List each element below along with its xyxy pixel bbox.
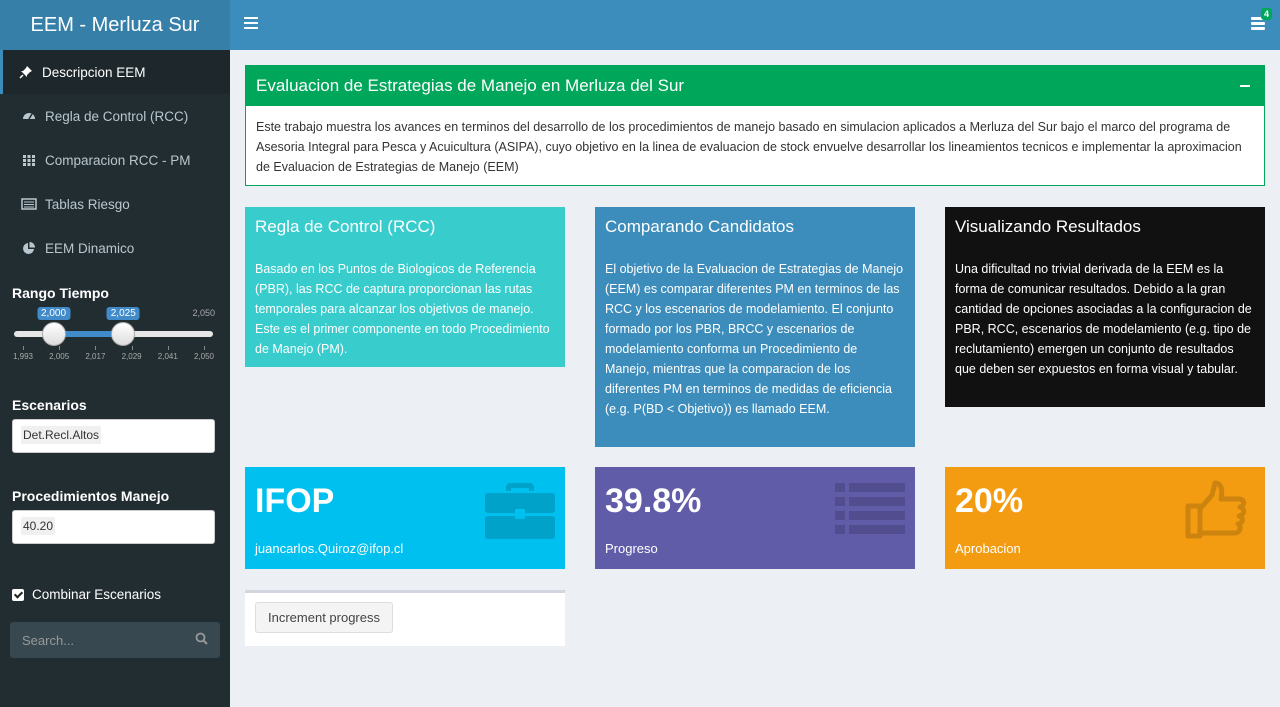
description-box: Evaluacion de Estrategias de Manejo en M… <box>245 65 1265 186</box>
slider-tick-mark <box>95 346 97 350</box>
escenarios-selected-value: Det.Recl.Altos <box>21 426 102 444</box>
tasks-icon[interactable]: 4 <box>1250 8 1272 31</box>
thumbtack-icon <box>18 64 34 80</box>
slider-tick-label: 2,050 <box>193 352 215 361</box>
range-label: Rango Tiempo <box>12 285 109 301</box>
info-box-text: Basado en los Puntos de Biologicos de Re… <box>255 262 550 356</box>
description-header: Evaluacion de Estrategias de Manejo en M… <box>246 66 1264 106</box>
info-box-text: Una dificultad no trivial derivada de la… <box>955 262 1252 376</box>
sidebar-item-label: Descripcion EEM <box>42 64 146 80</box>
procedimientos-label: Procedimientos Manejo <box>12 488 170 504</box>
increment-progress-button[interactable]: Increment progress <box>255 602 393 633</box>
checkbox-checked-icon[interactable] <box>12 588 24 601</box>
sidebar-toggle-icon[interactable] <box>244 17 258 31</box>
dashboard-icon <box>21 108 37 124</box>
value-box-subtitle: juancarlos.Quiroz@ifop.cl <box>255 541 404 556</box>
slider-to-tag: 2,025 <box>106 307 140 320</box>
range-slider[interactable]: 2,000 2,025 2,050 1,993 2,005 2,017 2,029 2,… <box>12 307 215 368</box>
actions-box: Increment progress <box>245 590 565 646</box>
info-box-title: Regla de Control (RCC) <box>255 217 436 236</box>
slider-max-label: 2,050 <box>192 308 215 318</box>
sidebar-item-regla[interactable]: Regla de Control (RCC) <box>0 94 230 138</box>
sidebar-item-tablas[interactable]: Tablas Riesgo <box>0 182 230 226</box>
procedimientos-select[interactable]: 40.20 <box>12 510 215 544</box>
slider-tick-mark <box>59 346 61 350</box>
app-title: EEM - Merluza Sur <box>30 13 200 36</box>
search-placeholder: Search... <box>22 632 75 648</box>
collapse-icon[interactable] <box>1240 85 1250 87</box>
search-icon[interactable] <box>195 632 208 648</box>
slider-tick-label: 1,993 <box>12 352 34 361</box>
info-box-visualizando: Visualizando Resultados Una dificultad n… <box>945 207 1265 407</box>
value-box-progreso: 39.8% Progreso <box>595 467 915 569</box>
info-box-text: El objetivo de la Evaluacion de Estrateg… <box>605 262 904 416</box>
sidebar-item-label: Comparacion RCC - PM <box>45 152 191 168</box>
slider-tick-mark <box>204 346 205 350</box>
pie-chart-icon <box>21 240 37 256</box>
slider-tick-label: 2,041 <box>157 352 178 361</box>
table-icon <box>21 196 37 212</box>
slider-tick-label: 2,029 <box>121 352 142 361</box>
slider-tick-label: 2,017 <box>85 352 106 361</box>
tasks-badge: 4 <box>1260 8 1272 20</box>
slider-tick-mark <box>131 346 133 350</box>
slider-from-handle[interactable] <box>41 322 66 346</box>
info-box-title: Comparando Candidatos <box>605 217 795 236</box>
app-logo[interactable]: EEM - Merluza Sur <box>0 0 230 50</box>
slider-ticks: 1,993 2,005 2,017 2,029 2,041 2,050 <box>12 346 215 366</box>
th-icon <box>21 152 37 168</box>
value-box-subtitle: Progreso <box>605 541 658 556</box>
thumbs-up-icon <box>1185 479 1247 544</box>
sidebar-item-label: Regla de Control (RCC) <box>45 108 189 124</box>
slider-tick-label: 2,005 <box>49 352 70 361</box>
briefcase-icon <box>485 479 555 542</box>
description-title: Evaluacion de Estrategias de Manejo en M… <box>256 76 685 95</box>
slider-tick-mark <box>167 346 169 350</box>
combinar-label: Combinar Escenarios <box>32 587 162 602</box>
sidebar-item-eem-dinamico[interactable]: EEM Dinamico <box>0 226 230 270</box>
description-text: Este trabajo muestra los avances en term… <box>256 120 1242 174</box>
info-box-title: Visualizando Resultados <box>955 217 1141 236</box>
combinar-checkbox[interactable]: Combinar Escenarios <box>12 587 161 602</box>
search-input[interactable]: Search... <box>10 622 220 658</box>
procedimientos-selected-value: 40.20 <box>21 517 56 535</box>
list-icon <box>835 479 905 540</box>
escenarios-label: Escenarios <box>12 397 87 413</box>
escenarios-select[interactable]: Det.Recl.Altos <box>12 419 215 453</box>
value-box-aprobacion: 20% Aprobacion <box>945 467 1265 569</box>
slider-to-handle[interactable] <box>111 322 136 346</box>
sidebar-item-label: EEM Dinamico <box>45 240 135 256</box>
info-box-comparando: Comparando Candidatos El objetivo de la … <box>595 207 915 447</box>
info-box-regla: Regla de Control (RCC) Basado en los Pun… <box>245 207 565 367</box>
value-box-ifop: IFOP juancarlos.Quiroz@ifop.cl <box>245 467 565 569</box>
top-navbar: 4 <box>230 0 1280 50</box>
sidebar-item-descripcion[interactable]: Descripcion EEM <box>0 50 230 94</box>
slider-tick-mark <box>23 346 24 350</box>
sidebar: Descripcion EEM Regla de Control (RCC) C… <box>0 50 230 707</box>
sidebar-item-label: Tablas Riesgo <box>45 196 130 212</box>
slider-from-tag: 2,000 <box>37 307 71 320</box>
sidebar-item-comparacion[interactable]: Comparacion RCC - PM <box>0 138 230 182</box>
